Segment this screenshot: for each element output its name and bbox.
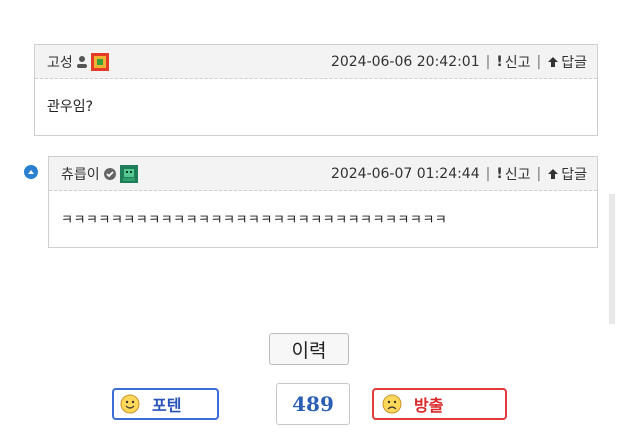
avatar[interactable] xyxy=(90,52,109,71)
downvote-button[interactable]: 방출 xyxy=(372,388,507,420)
comment-2: 츄릅이 2024-06-07 01:24:44 | ! 신고 | 답글 ㅋㅋㅋㅋ… xyxy=(48,156,598,248)
author-name[interactable]: 츄릅이 xyxy=(61,164,100,184)
divider: | xyxy=(485,165,491,182)
comment-timestamp: 2024-06-07 01:24:44 xyxy=(330,165,480,182)
reply-label: 답글 xyxy=(561,54,587,71)
comment-body: ㅋㅋㅋㅋㅋㅋㅋㅋㅋㅋㅋㅋㅋㅋㅋㅋㅋㅋㅋㅋㅋㅋㅋㅋㅋㅋㅋㅋㅋㅋㅋ xyxy=(49,191,597,245)
downvote-label: 방출 xyxy=(414,396,444,415)
comment-text: 관우임? xyxy=(47,99,94,115)
divider: | xyxy=(485,53,491,70)
upvote-button[interactable]: 포텐 xyxy=(112,388,219,420)
comment-author[interactable]: 고성 xyxy=(47,52,109,72)
reply-arrow-icon xyxy=(548,56,559,67)
thumbs-down-face-icon xyxy=(382,394,402,414)
comment-header: 고성 2024-06-06 20:42:01 | ! 신고 | 답글 xyxy=(35,45,597,79)
report-label: 신고 xyxy=(504,54,531,71)
comment-author[interactable]: 츄릅이 xyxy=(61,164,138,184)
divider: | xyxy=(536,165,542,182)
upvote-label: 포텐 xyxy=(152,396,182,415)
reply-button[interactable]: 답글 xyxy=(547,52,587,72)
scrollbar[interactable] xyxy=(609,194,615,324)
author-name[interactable]: 고성 xyxy=(47,52,73,72)
reply-label: 답글 xyxy=(561,166,587,183)
comment-1: 고성 2024-06-06 20:42:01 | ! 신고 | 답글 관우임? xyxy=(34,44,598,136)
person-icon xyxy=(76,55,87,68)
comment-text: ㅋㅋㅋㅋㅋㅋㅋㅋㅋㅋㅋㅋㅋㅋㅋㅋㅋㅋㅋㅋㅋㅋㅋㅋㅋㅋㅋㅋㅋㅋㅋ xyxy=(61,212,448,228)
history-button[interactable]: 이력 xyxy=(269,333,349,365)
comment-header: 츄릅이 2024-06-07 01:24:44 | ! 신고 | 답글 xyxy=(49,157,597,191)
exclamation-icon: ! xyxy=(496,165,503,182)
report-button[interactable]: ! 신고 xyxy=(496,52,530,72)
comment-meta: 2024-06-07 01:24:44 | ! 신고 | 답글 xyxy=(331,164,587,184)
report-label: 신고 xyxy=(504,166,531,183)
comment-meta: 2024-06-06 20:42:01 | ! 신고 | 답글 xyxy=(331,52,587,72)
reply-arrow-icon xyxy=(548,168,559,179)
thumbs-up-face-icon xyxy=(120,394,140,414)
check-badge-icon xyxy=(103,167,116,180)
reply-indicator-icon xyxy=(24,165,38,179)
divider: | xyxy=(536,53,542,70)
reply-button[interactable]: 답글 xyxy=(547,164,587,184)
exclamation-icon: ! xyxy=(496,53,503,70)
report-button[interactable]: ! 신고 xyxy=(496,164,530,184)
vote-count: 489 xyxy=(276,383,350,425)
avatar[interactable] xyxy=(119,164,138,183)
comment-timestamp: 2024-06-06 20:42:01 xyxy=(330,53,480,70)
comment-body: 관우임? xyxy=(35,79,597,133)
